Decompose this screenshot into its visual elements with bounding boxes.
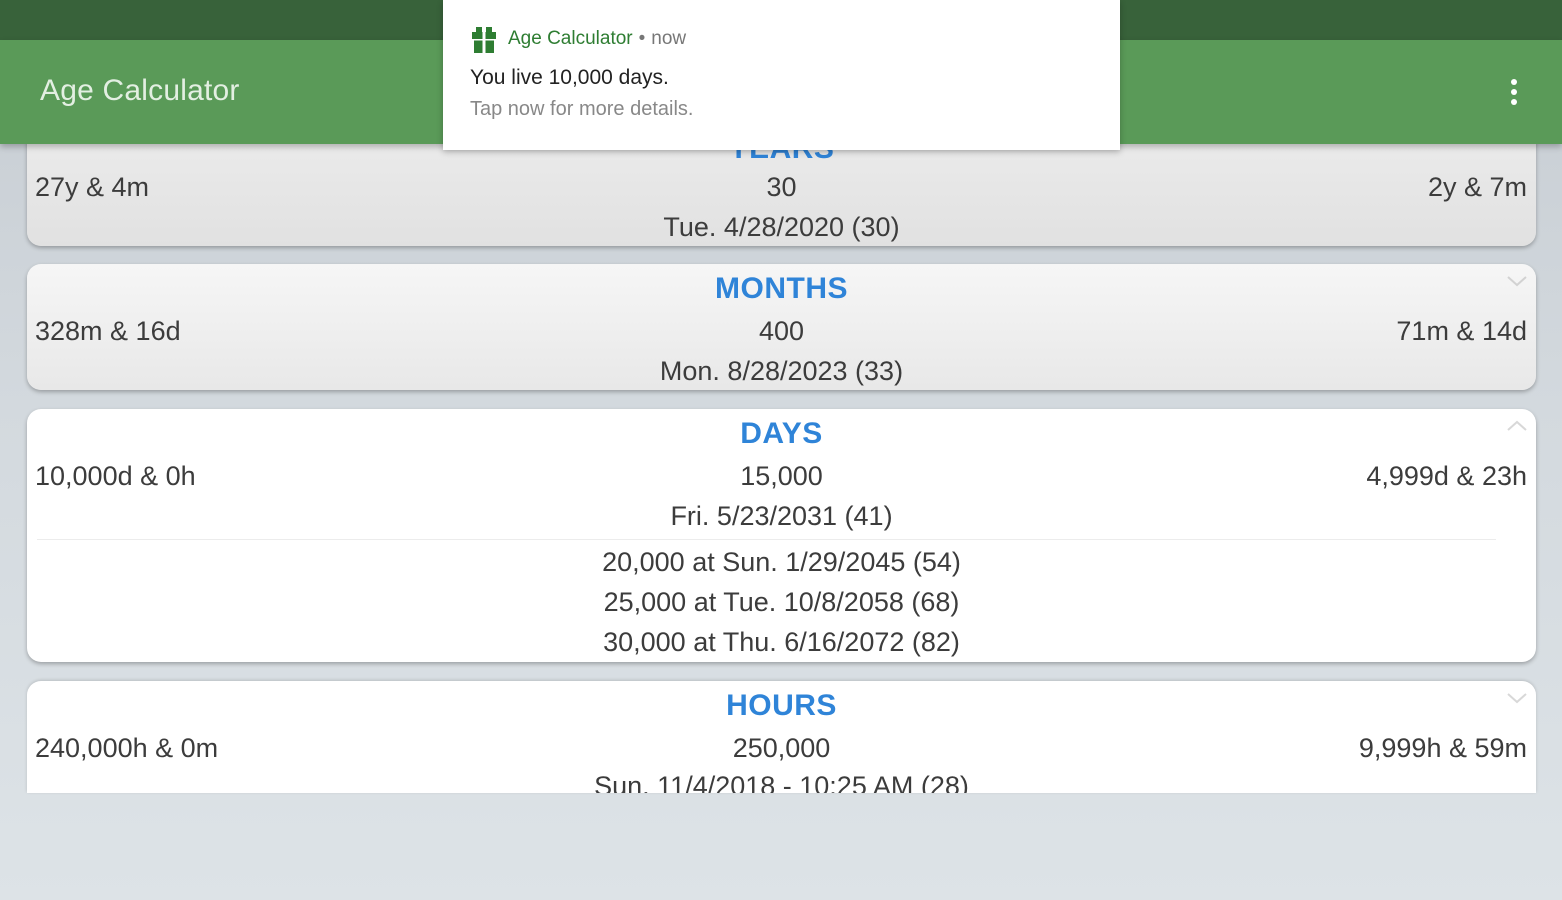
years-milestone: 30 xyxy=(766,172,797,202)
gift-icon xyxy=(472,27,496,53)
months-card-title: MONTHS xyxy=(715,272,848,305)
app-title: Age Calculator xyxy=(40,74,240,107)
notification-app-name: Age Calculator • now xyxy=(508,28,687,49)
hours-card-title: HOURS xyxy=(726,689,837,722)
days-remaining: 4,999d & 23h xyxy=(1366,461,1527,491)
days-extra-milestone: 20,000 at Sun. 1/29/2045 (54) xyxy=(602,547,961,577)
months-remaining: 71m & 14d xyxy=(1396,316,1527,346)
months-milestone: 400 xyxy=(758,316,805,346)
days-card[interactable]: DAYS 10,000d & 0h 15,000 4,999d & 23h Fr… xyxy=(27,409,1536,662)
days-extra-milestone: 30,000 at Thu. 6/16/2072 (82) xyxy=(603,627,960,657)
months-date: Mon. 8/28/2023 (33) xyxy=(659,356,904,386)
notification-title: You live 10,000 days. xyxy=(470,66,669,89)
notification-time: now xyxy=(651,28,687,49)
hours-card[interactable]: HOURS 240,000h & 0m 250,000 9,999h & 59m… xyxy=(27,681,1536,793)
hours-date: Sun. 11/4/2018 - 10:25 AM (28) xyxy=(594,771,969,793)
more-vert-icon[interactable] xyxy=(1502,76,1526,108)
days-extra-milestone: 25,000 at Tue. 10/8/2058 (68) xyxy=(603,587,960,617)
days-milestone: 15,000 xyxy=(740,461,823,491)
years-remaining: 2y & 7m xyxy=(1427,172,1527,202)
hours-remaining: 9,999h & 59m xyxy=(1358,733,1527,763)
notification-text: Tap now for more details. xyxy=(470,98,694,120)
days-card-title: DAYS xyxy=(740,417,823,450)
days-date: Fri. 5/23/2031 (41) xyxy=(670,501,893,531)
years-date: Tue. 4/28/2020 (30) xyxy=(663,212,900,242)
months-card[interactable]: MONTHS 328m & 16d 400 71m & 14d Mon. 8/2… xyxy=(27,264,1536,390)
days-divider xyxy=(37,539,1496,540)
hours-milestone: 250,000 xyxy=(732,733,831,763)
